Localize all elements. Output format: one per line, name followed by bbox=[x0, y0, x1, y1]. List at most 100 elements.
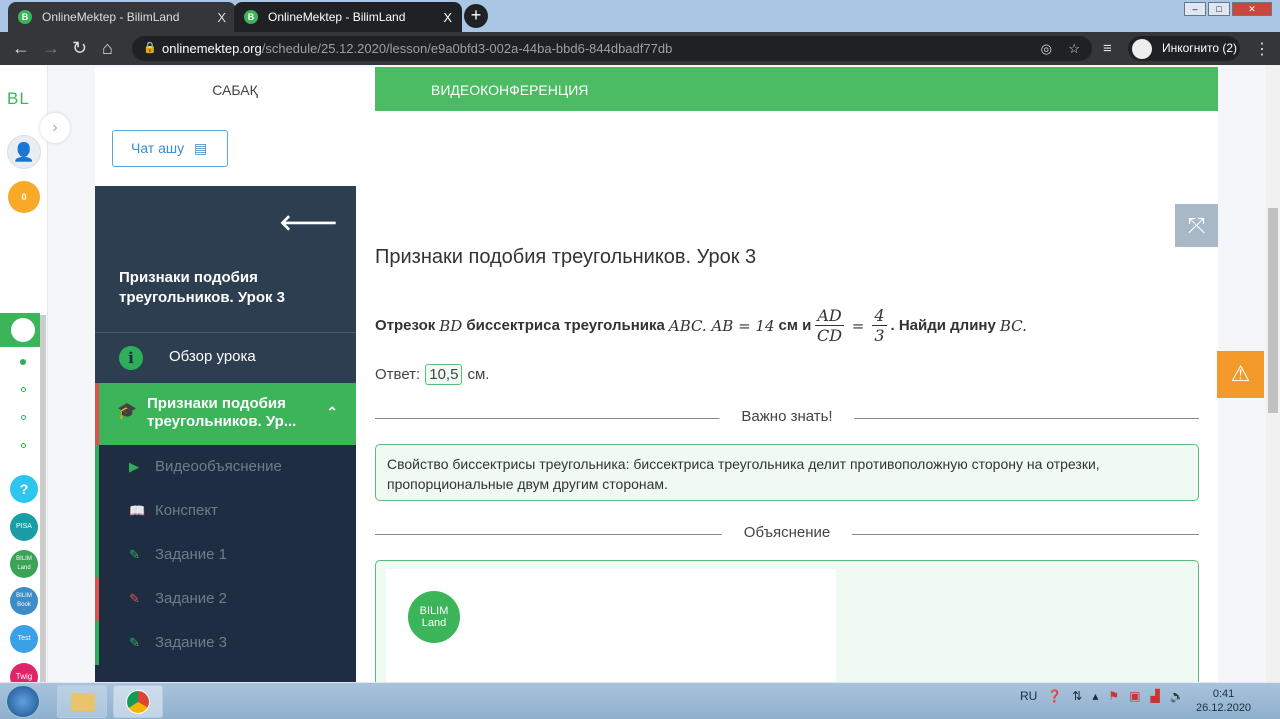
tab-lesson[interactable]: САБАҚ bbox=[95, 67, 375, 111]
network-icon[interactable]: ⇅ bbox=[1072, 689, 1082, 703]
denominator: 3 bbox=[874, 326, 885, 345]
play-icon: ▶ bbox=[129, 459, 139, 474]
sidebar-item-task-3[interactable]: ✎ Задание 3 bbox=[95, 621, 356, 665]
task-text: . Найди длину bbox=[890, 317, 996, 334]
sidebar-header: 🡐 Признаки подобия треугольников. Урок 3 bbox=[95, 186, 356, 333]
nav-dot[interactable] bbox=[21, 387, 26, 392]
bilimbook-app[interactable]: BILIM Book bbox=[10, 587, 38, 615]
language-indicator[interactable]: RU bbox=[1020, 689, 1037, 703]
test-app[interactable]: Test bbox=[10, 625, 38, 653]
reload-icon[interactable]: ↻ bbox=[72, 38, 87, 59]
power-icon[interactable]: ▣ bbox=[1129, 689, 1140, 703]
back-arrow-icon[interactable]: 🡐 bbox=[279, 210, 338, 236]
answer-input[interactable]: 10,5 bbox=[425, 364, 463, 385]
incognito-badge[interactable]: Инкогнито (2) bbox=[1128, 36, 1240, 61]
answer-unit: см. bbox=[467, 366, 490, 383]
expand-rail-chevron-icon[interactable]: › bbox=[40, 113, 70, 143]
sidebar-item-notes[interactable]: 📖 Конспект bbox=[95, 489, 356, 533]
sidebar-item-video[interactable]: ▶ Видеообъяснение bbox=[95, 445, 356, 489]
sidebar-item-task-1[interactable]: ✎ Задание 1 bbox=[95, 533, 356, 577]
back-icon[interactable]: ← bbox=[12, 38, 30, 59]
explanation-image: BILIM Land bbox=[386, 569, 836, 699]
tab-title: OnlineMektep - BilimLand bbox=[268, 10, 406, 24]
address-bar-row: ← → ↻ ⌂ 🔒 onlinemektep.org/schedule/25.12… bbox=[0, 32, 1280, 65]
fraction: AD CD bbox=[815, 306, 844, 345]
menu-kebab-icon[interactable]: ⋮ bbox=[1254, 39, 1270, 59]
browser-tab-bar: B OnlineMektep - BilimLand X B OnlineMektep… bbox=[0, 0, 1280, 32]
sidebar-section-current[interactable]: 🎓 Признаки подобия треугольников. Ур... … bbox=[95, 383, 356, 445]
important-divider: Важно знать! bbox=[375, 408, 1199, 428]
chat-icon: ▤ bbox=[194, 140, 208, 156]
task-math: ABC. AB = 14 bbox=[668, 316, 775, 335]
browser-tab[interactable]: B OnlineMektep - BilimLand X bbox=[8, 2, 236, 32]
lesson-title: Признаки подобия треугольников. Урок 3 bbox=[375, 246, 757, 268]
bl-logo[interactable]: BL bbox=[7, 89, 30, 109]
system-tray: RU ❓ ⇅ ▴ ⚑ ▣ ▟ 🔈 bbox=[1020, 689, 1185, 703]
user-avatar[interactable]: 👤 bbox=[7, 135, 41, 169]
minimize-icon[interactable]: – bbox=[1184, 2, 1206, 16]
sidebar-item-label: Видеообъяснение bbox=[155, 458, 282, 475]
sidebar-item-overview[interactable]: i Обзор урока bbox=[95, 333, 356, 383]
bilimland-logo: BILIM Land bbox=[408, 591, 460, 643]
task-question: Отрезок BD биссектриса треугольника ABC. A… bbox=[375, 306, 1031, 345]
sidebar-item-label: Задание 3 bbox=[155, 634, 228, 651]
sidebar-title: Признаки подобия треугольников. Урок 3 bbox=[119, 269, 285, 306]
chrome-taskbar-icon[interactable] bbox=[113, 685, 163, 718]
clock[interactable]: 0:41 26.12.2020 bbox=[1196, 687, 1251, 715]
media-control-icon[interactable]: ≡ bbox=[1103, 40, 1112, 57]
bookmark-star-icon[interactable]: ☆ bbox=[1068, 36, 1080, 61]
action-center-flag-icon[interactable]: ⚑ bbox=[1108, 689, 1119, 703]
numerator: AD bbox=[815, 306, 844, 326]
signal-icon[interactable]: ▟ bbox=[1151, 689, 1160, 703]
chat-button-label: Чат ашу bbox=[131, 140, 185, 156]
browser-tab-active[interactable]: B OnlineMektep - BilimLand X bbox=[234, 2, 462, 32]
edit-icon: ✎ bbox=[129, 591, 140, 606]
chevron-up-icon[interactable]: ⌃ bbox=[326, 403, 338, 421]
numerator: 4 bbox=[872, 306, 887, 326]
pisa-app[interactable]: PISA bbox=[10, 513, 38, 541]
explorer-taskbar-icon[interactable] bbox=[57, 685, 107, 718]
open-chat-button[interactable]: Чат ашу ▤ bbox=[112, 130, 228, 167]
show-hidden-icon[interactable]: ▴ bbox=[1092, 689, 1098, 703]
nav-dot[interactable] bbox=[21, 443, 26, 448]
report-warning-icon[interactable]: ⚠ bbox=[1217, 351, 1264, 398]
volume-icon[interactable]: 🔈 bbox=[1170, 689, 1185, 703]
tab-title: OnlineMektep - BilimLand bbox=[42, 10, 180, 24]
rail-scrollbar[interactable] bbox=[40, 315, 46, 695]
lesson-sidebar: 🡐 Признаки подобия треугольников. Урок 3… bbox=[95, 186, 356, 682]
scrollbar-thumb[interactable] bbox=[1268, 208, 1278, 413]
url-input[interactable]: 🔒 onlinemektep.org/schedule/25.12.2020/le… bbox=[132, 36, 1092, 61]
important-note: Свойство биссектрисы треугольника: биссе… bbox=[375, 444, 1199, 501]
edit-icon: ✎ bbox=[129, 547, 140, 562]
help-icon[interactable]: ❓ bbox=[1047, 689, 1062, 703]
tab-videoconference[interactable]: ВИДЕОКОНФЕРЕНЦИЯ bbox=[375, 67, 1218, 111]
lock-icon: 🔒 bbox=[143, 42, 157, 54]
windows-taskbar: RU ❓ ⇅ ▴ ⚑ ▣ ▟ 🔈 0:41 26.12.2020 bbox=[0, 682, 1280, 719]
nav-dot[interactable] bbox=[21, 415, 26, 420]
important-heading: Важно знать! bbox=[719, 408, 855, 425]
forward-icon[interactable]: → bbox=[42, 38, 60, 59]
onlinemektep-app[interactable] bbox=[0, 313, 40, 347]
info-icon: i bbox=[119, 346, 143, 370]
page-scrollbar[interactable] bbox=[1266, 65, 1280, 682]
fullscreen-icon[interactable]: ⤧ bbox=[1175, 204, 1218, 247]
close-tab-icon[interactable]: X bbox=[217, 10, 226, 25]
tracking-blocked-icon[interactable]: ◎ bbox=[1041, 36, 1052, 61]
answer-row: Ответ: 10,5 см. bbox=[375, 364, 489, 385]
maximize-icon[interactable]: □ bbox=[1208, 2, 1230, 16]
new-tab-button[interactable]: + bbox=[464, 4, 488, 28]
start-button[interactable] bbox=[6, 685, 40, 718]
explanation-box: BILIM Land bbox=[375, 560, 1199, 699]
home-icon[interactable]: ⌂ bbox=[102, 38, 113, 59]
sidebar-item-task-2[interactable]: ✎ Задание 2 bbox=[95, 577, 356, 621]
close-window-icon[interactable]: ✕ bbox=[1232, 2, 1272, 16]
bilimland-app[interactable]: BILIM Land bbox=[10, 550, 38, 578]
edit-icon: ✎ bbox=[129, 635, 140, 650]
time: 0:41 bbox=[1212, 688, 1235, 700]
nav-dot[interactable] bbox=[20, 359, 26, 365]
sidebar-section-label: Признаки подобия треугольников. Ур... bbox=[147, 395, 297, 430]
help-app[interactable]: ? bbox=[10, 475, 38, 503]
close-tab-icon[interactable]: X bbox=[443, 10, 452, 25]
points-badge: 0 bbox=[8, 181, 40, 213]
incognito-label: Инкогнито (2) bbox=[1162, 41, 1238, 55]
